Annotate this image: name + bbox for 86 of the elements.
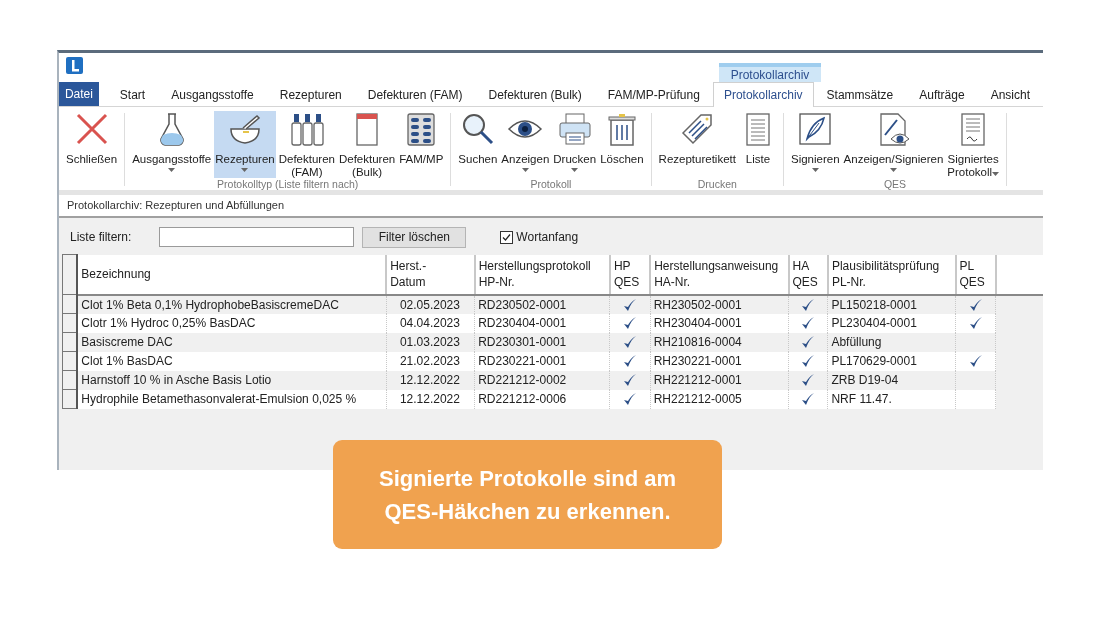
table-cell: ZRB D19-04 (831, 373, 899, 387)
ribbon-button[interactable]: Rezepturen (214, 111, 276, 178)
table-cell: 02.05.2023 (399, 297, 460, 312)
clear-filter-button[interactable]: Filter löschen (362, 226, 467, 248)
ribbon-button[interactable]: Defekturen (FAM) (277, 111, 336, 178)
table-cell: RD221212-0006 (478, 392, 567, 406)
callout-text: Signierte Protokolle sind am QES-Häkchen zu erkennen. (377, 464, 678, 526)
table-row[interactable]: Clot 1% Beta 0,1% HydrophobeBasiscremeDAC 02.05.2023 RD230502-0001 RH230502-0001 PL150218-0001 (62, 294, 1043, 314)
group-label: Protokoll (530, 178, 572, 190)
table-cell: Abfüllung (831, 335, 882, 349)
ribbon-button[interactable]: Rezepturetikett (657, 111, 737, 178)
group-label: Drucken (697, 178, 737, 190)
ribbon-tab[interactable]: Ausgangsstoffe (158, 82, 267, 106)
ribbon-tab[interactable]: Start (106, 82, 159, 106)
table-row[interactable]: Hydrophile Betamethasonvalerat-Emulsion 0,025 % 12.12.2022 RD221212-0006 RH221212-0005 NRF 11.47. (62, 389, 1043, 409)
ribbon-button[interactable]: Ausgangsstoffe (131, 111, 213, 178)
table-cell: RD230301-0001 (478, 335, 567, 349)
column-header: HA QES (792, 259, 818, 289)
bottles-icon (288, 111, 325, 147)
table-cell: Basiscreme DAC (81, 335, 173, 349)
table-row[interactable]: Clotr 1% Hydroc 0,25% BasDAC 04.04.2023 RD230404-0001 RH230404-0001 PL230404-0001 (62, 313, 1043, 333)
table-cell: RH230404-0001 (653, 316, 742, 330)
table-cell: RD221212-0002 (478, 373, 567, 387)
table-cell: PL230404-0001 (831, 316, 917, 330)
ribbon-tab[interactable]: Defekturen (Bulk) (475, 82, 595, 106)
column-header: Bezeichnung (81, 267, 151, 281)
ribbon-button[interactable]: Signiertes Protokoll (946, 111, 1001, 178)
ribbon-button[interactable]: Defekturen (Bulk) (337, 111, 397, 178)
ribbon-button[interactable]: Suchen (457, 111, 499, 178)
column-header: Herstellungsanweisung HA-Nr. (654, 259, 779, 289)
table-cell: NRF 11.47. (831, 392, 892, 406)
ribbon-button[interactable]: Drucken (552, 111, 598, 178)
table-cell: 21.02.2023 (399, 354, 460, 368)
view-caption: Protokollarchiv: Rezepturen und Abfüllungen (67, 199, 285, 211)
column-header: HP QES (613, 259, 640, 289)
table-cell: RH221212-0001 (653, 373, 742, 387)
ribbon-tab[interactable]: Defekturen (FAM) (354, 82, 476, 106)
table-cell: 01.03.2023 (399, 335, 460, 349)
ribbon-button[interactable]: FAM/MP (398, 111, 445, 178)
table-cell: 12.12.2022 (399, 373, 460, 387)
column-header: Plausibilitätsprüfung PL-Nr. (831, 259, 940, 289)
table-cell: PL150218-0001 (831, 297, 917, 312)
checkbox[interactable] (500, 230, 514, 244)
table-cell: Clot 1% BasDAC (81, 354, 173, 368)
app-logo (66, 57, 83, 74)
ribbon-button[interactable]: Anzeigen (500, 111, 551, 178)
ribbon-tab[interactable]: Stammsätze (813, 82, 907, 106)
table-cell: RH230502-0001 (653, 297, 742, 312)
feather-pen-icon (797, 111, 834, 147)
ribbon-button[interactable]: Liste (738, 111, 777, 178)
checkbox-label: Wortanfang (516, 230, 579, 244)
table-row[interactable]: Clot 1% BasDAC 21.02.2023 RD230221-0001 RH230221-0001 PL170629-0001 (62, 351, 1043, 371)
ribbon-tab[interactable]: Protokollarchiv (712, 82, 814, 107)
table-row[interactable]: Harnstoff 10 % in Asche Basis Lotio 12.12.2022 RD221212-0002 RH221212-0001 ZRB D19-04 (62, 370, 1043, 390)
ribbon-tab[interactable]: Aufträge (906, 82, 978, 106)
contextual-tab-label: Protokollarchiv (719, 63, 821, 82)
filter-label: Liste filtern: (70, 230, 132, 244)
table-cell: RD230502-0001 (478, 297, 567, 312)
group-label: QES (883, 178, 907, 190)
table-cell: RH221212-0005 (653, 392, 742, 406)
ribbon-button[interactable]: Signieren (789, 111, 841, 178)
table-cell: PL170629-0001 (831, 354, 917, 368)
filter-input[interactable] (159, 227, 355, 247)
group-label: Protokolltyp (Liste filtern nach) (217, 178, 359, 190)
table-cell: RH210816-0004 (653, 335, 742, 349)
table-cell: RD230404-0001 (478, 316, 567, 330)
table-cell: RH230221-0001 (653, 354, 742, 368)
table-cell: 12.12.2022 (399, 392, 460, 406)
table-cell: Hydrophile Betamethasonvalerat-Emulsion 0,025 % (81, 392, 357, 406)
ribbon-button[interactable]: Löschen (599, 111, 645, 178)
table-cell: Clot 1% Beta 0,1% HydrophobeBasiscremeDAC (81, 297, 339, 312)
column-header: Herst.- Datum (390, 259, 427, 289)
table-cell: RD230221-0001 (478, 354, 567, 368)
column-header: PL QES (959, 259, 985, 289)
ribbon-tab[interactable]: FAM/MP-Prüfung (594, 82, 713, 106)
table-cell: Harnstoff 10 % in Asche Basis Lotio (81, 373, 272, 387)
table-cell: Clotr 1% Hydroc 0,25% BasDAC (81, 316, 256, 330)
file-tab[interactable]: Datei (59, 82, 99, 106)
ribbon-tab[interactable]: Ansicht (977, 82, 1043, 106)
column-header: Herstellungsprotokoll HP-Nr. (478, 259, 591, 289)
printer-icon (556, 111, 593, 147)
table-row[interactable]: Basiscreme DAC 01.03.2023 RD230301-0001 RH210816-0004 Abfüllung (62, 332, 1043, 352)
table-cell: 04.04.2023 (399, 316, 460, 330)
ribbon-button[interactable]: Anzeigen/Signieren (842, 111, 945, 178)
ribbon-button[interactable]: Schließen (65, 111, 119, 178)
ribbon-tab[interactable]: Rezepturen (266, 82, 355, 106)
